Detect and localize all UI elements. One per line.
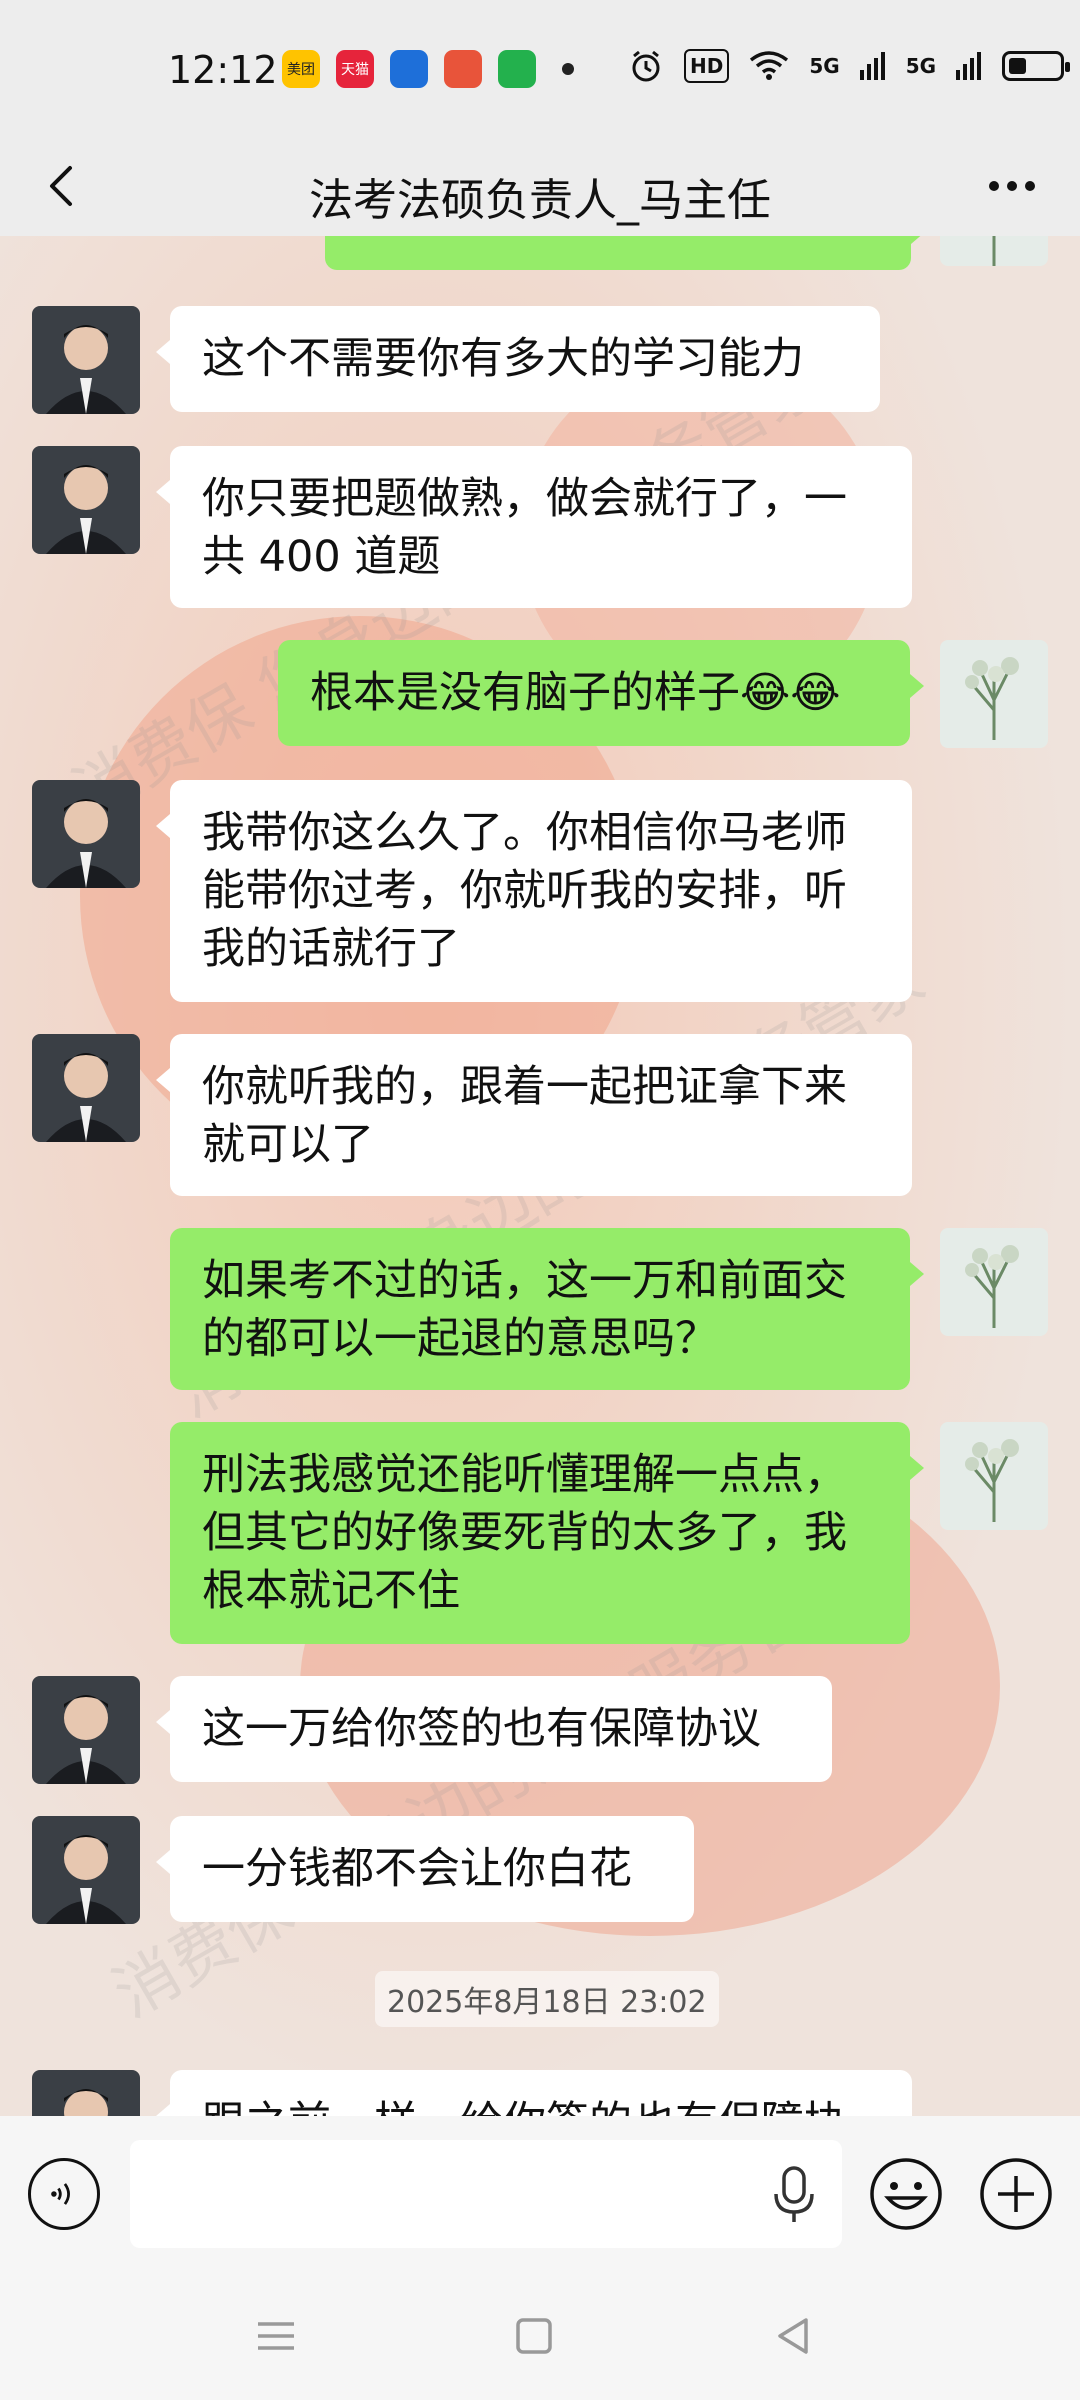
message-bubble-outgoing[interactable]: 刑法我感觉还能听懂理解一点点，但其它的好像要死背的太多了，我根本就记不住 bbox=[170, 1422, 924, 1644]
notification-app-icon bbox=[390, 50, 428, 88]
my-avatar-icon[interactable] bbox=[940, 1422, 1048, 1530]
signal-5g-2: 5G bbox=[905, 54, 937, 78]
message-bubble-incoming[interactable]: 这个不需要你有多大的学习能力 bbox=[156, 306, 880, 412]
my-avatar-icon[interactable] bbox=[940, 640, 1048, 748]
microphone-icon[interactable] bbox=[770, 2164, 818, 2228]
message-input[interactable] bbox=[130, 2140, 842, 2248]
home-nav-icon[interactable] bbox=[506, 2308, 562, 2364]
back-nav-icon[interactable] bbox=[766, 2308, 822, 2364]
wifi-icon bbox=[750, 51, 789, 80]
signal-bars-icon bbox=[859, 52, 885, 80]
emoji-icon[interactable] bbox=[868, 2156, 944, 2232]
signal-bars-icon-2 bbox=[956, 52, 982, 80]
battery-icon bbox=[1002, 51, 1071, 81]
message-bubble-incoming[interactable]: 你就听我的，跟着一起把证拿下来就可以了 bbox=[156, 1034, 912, 1196]
message-bubble-incoming[interactable]: 跟之前一样，给你签的也有保障协 bbox=[156, 2070, 912, 2116]
status-time: 12:12 bbox=[168, 48, 278, 92]
contact-avatar-icon[interactable] bbox=[32, 2070, 140, 2116]
browser-app-icon bbox=[444, 50, 482, 88]
meituan-app-icon: 美团 bbox=[282, 50, 320, 88]
status-indicators: HD 5G 5G bbox=[628, 48, 1071, 84]
message-bubble-outgoing[interactable]: 根本是没有脑子的样子😂😂 bbox=[278, 640, 924, 746]
contact-avatar-icon[interactable] bbox=[32, 780, 140, 888]
message-bubble-incoming[interactable]: 你只要把题做熟，做会就行了，一共 400 道题 bbox=[156, 446, 912, 608]
tmall-app-icon: 天猫 bbox=[336, 50, 374, 88]
chat-message-list[interactable]: 消费保 您身边的消费服务管家 消费保 您身边的消费服务管家 消费保 您身边的消费… bbox=[0, 236, 1080, 2116]
signal-5g-1: 5G bbox=[809, 54, 840, 78]
more-options-icon[interactable] bbox=[984, 162, 1040, 210]
status-bar: 12:12 美团 天猫 HD 5G 5G bbox=[0, 0, 1080, 140]
contact-avatar-icon[interactable] bbox=[32, 1676, 140, 1784]
chat-title: 法考法硕负责人_马主任 bbox=[309, 175, 771, 226]
system-navigation-bar bbox=[0, 2272, 1080, 2400]
my-avatar-icon[interactable] bbox=[940, 236, 1048, 266]
contact-avatar-icon[interactable] bbox=[32, 1034, 140, 1142]
message-timestamp: 2025年8月18日 23:02 bbox=[375, 1971, 719, 2027]
voice-mode-icon[interactable] bbox=[28, 2158, 100, 2230]
message-bubble-incoming[interactable]: 我带你这么久了。你相信你马老师能带你过考，你就听我的安排，听我的话就行了 bbox=[156, 780, 912, 1002]
hd-voice-badge: HD bbox=[684, 49, 730, 83]
video-app-icon bbox=[498, 50, 536, 88]
my-avatar-icon[interactable] bbox=[940, 1228, 1048, 1336]
message-bubble-outgoing[interactable]: 如果考不过的话，这一万和前面交的都可以一起退的意思吗？ bbox=[170, 1228, 924, 1390]
menu-nav-icon[interactable] bbox=[248, 2308, 304, 2364]
alarm-icon bbox=[632, 50, 660, 82]
battery-level bbox=[1009, 58, 1026, 74]
chat-header: 法考法硕负责人_马主任 bbox=[0, 140, 1080, 236]
contact-avatar-icon[interactable] bbox=[32, 306, 140, 414]
status-app-icons: 美团 天猫 bbox=[282, 50, 574, 88]
message-bubble-incoming[interactable]: 这一万给你签的也有保障协议 bbox=[156, 1676, 832, 1782]
message-bubble-partial-top[interactable] bbox=[325, 236, 925, 270]
chat-input-bar bbox=[0, 2116, 1080, 2272]
contact-avatar-icon[interactable] bbox=[32, 1816, 140, 1924]
more-notifications-dot bbox=[562, 63, 574, 75]
contact-avatar-icon[interactable] bbox=[32, 446, 140, 554]
message-bubble-incoming[interactable]: 一分钱都不会让你白花 bbox=[156, 1816, 694, 1922]
more-actions-plus-icon[interactable] bbox=[978, 2156, 1054, 2232]
